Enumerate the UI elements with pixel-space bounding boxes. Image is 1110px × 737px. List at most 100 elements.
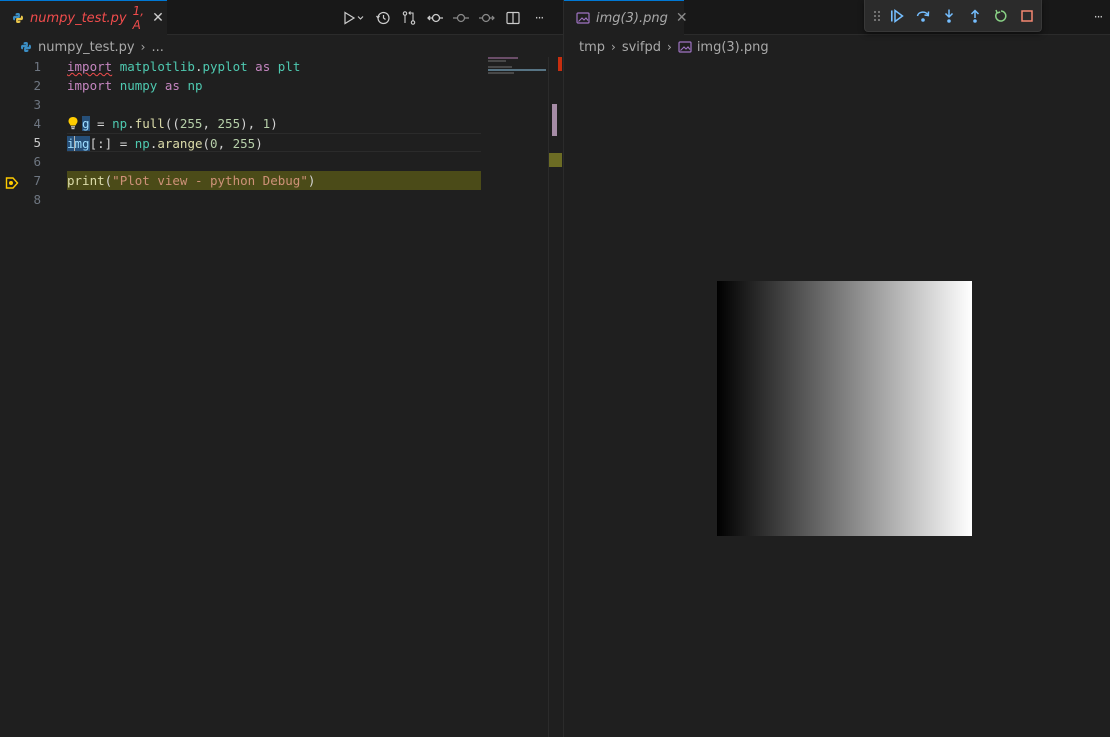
code-line-4: g = np.full((255, 255), 1) — [67, 114, 481, 133]
run-icon[interactable] — [339, 6, 369, 30]
breadcrumb-folder[interactable]: svifpd — [622, 40, 661, 55]
more-actions-icon[interactable]: ··· — [1086, 5, 1110, 29]
code-token: numpy — [119, 78, 158, 93]
image-preview[interactable] — [717, 281, 972, 536]
line-number: 3 — [33, 97, 41, 112]
debug-toolbar — [864, 0, 1042, 32]
tab-filename: numpy_test.py — [30, 10, 127, 26]
breadcrumb: tmp › svifpd › img(3).png — [564, 36, 1110, 58]
code-line-2: import numpy as np — [67, 76, 481, 95]
breadcrumb-file[interactable]: img(3).png — [697, 40, 769, 55]
code-token: 255 — [232, 136, 256, 151]
minimap-line — [488, 72, 514, 74]
minimap[interactable] — [488, 57, 550, 77]
stop-icon[interactable] — [1015, 4, 1039, 28]
code-token: np — [112, 116, 128, 131]
code-editor[interactable]: import matplotlib.pyplot as plt import n… — [67, 57, 481, 209]
breadcrumb: numpy_test.py › ... — [0, 36, 563, 58]
minimap-line — [488, 69, 546, 71]
line-number: 2 — [33, 78, 41, 93]
python-file-icon — [20, 41, 32, 53]
code-token: 255 — [179, 116, 203, 131]
code-line-7-stopped: print("Plot view - python Debug") — [67, 171, 481, 190]
previous-change-icon[interactable] — [449, 6, 473, 30]
chevron-right-icon: › — [667, 40, 672, 54]
more-actions-icon[interactable]: ··· — [527, 6, 551, 30]
gradient-image — [717, 281, 972, 536]
code-token: 255 — [217, 116, 241, 131]
stopped-line-ruler-marker — [549, 153, 562, 167]
code-token: 0 — [210, 136, 218, 151]
code-token: np — [187, 78, 203, 93]
chevron-right-icon: › — [140, 40, 146, 54]
restart-icon[interactable] — [989, 4, 1013, 28]
code-line-1: import matplotlib.pyplot as plt — [67, 57, 481, 76]
code-token: ), — [240, 116, 263, 131]
code-token: arange — [157, 136, 203, 151]
code-token: as — [164, 78, 180, 93]
code-token: mg — [74, 136, 90, 151]
step-into-icon[interactable] — [937, 4, 961, 28]
code-token: (( — [164, 116, 180, 131]
minimap-line — [488, 60, 506, 62]
compare-changes-icon[interactable] — [397, 6, 421, 30]
minimap-line — [488, 57, 518, 59]
tab-image-preview[interactable]: img(3).png ✕ — [564, 0, 688, 35]
line-number: 6 — [33, 154, 41, 169]
right-editor-group: img(3).png ✕ ··· tmp › svifpd › img(3).p… — [563, 0, 1110, 737]
line-number: 8 — [33, 192, 41, 207]
code-token: , — [217, 136, 233, 151]
code-token: ) — [255, 136, 263, 151]
close-icon[interactable]: ✕ — [676, 10, 688, 26]
step-over-icon[interactable] — [911, 4, 935, 28]
python-file-icon — [12, 10, 24, 26]
minimap-line — [488, 66, 512, 68]
breadcrumb-symbols[interactable]: ... — [151, 40, 163, 55]
continue-icon[interactable] — [885, 4, 909, 28]
timeline-icon[interactable] — [371, 6, 395, 30]
code-token: ( — [202, 136, 211, 151]
chevron-right-icon: › — [611, 40, 616, 54]
image-file-icon — [576, 10, 590, 26]
code-token: ) — [270, 116, 278, 131]
line-number-gutter: 1 2 3 4 5 6 7 8 — [0, 57, 60, 209]
go-back-change-icon[interactable] — [423, 6, 447, 30]
line-number-text: 7 — [33, 173, 41, 188]
close-icon[interactable]: ✕ — [152, 10, 164, 26]
code-token: full — [134, 116, 165, 131]
breadcrumb-folder[interactable]: tmp — [579, 40, 605, 55]
code-token: = — [89, 116, 113, 131]
code-token: plt — [277, 59, 301, 74]
code-token: g — [82, 116, 90, 131]
code-token: as — [255, 59, 271, 74]
code-token: [:] = — [89, 136, 135, 151]
left-tab-bar: numpy_test.py 1, A ✕ ··· — [0, 0, 563, 35]
line-number: 4 — [33, 116, 41, 131]
code-token: "Plot view - python Debug" — [112, 173, 308, 188]
breadcrumb-file[interactable]: numpy_test.py — [38, 40, 135, 55]
code-token: , — [202, 116, 218, 131]
error-ruler-marker — [558, 57, 562, 71]
tab-numpy-test[interactable]: numpy_test.py 1, A ✕ — [0, 0, 167, 35]
step-out-icon[interactable] — [963, 4, 987, 28]
next-change-icon[interactable] — [475, 6, 499, 30]
code-token: import — [67, 78, 113, 93]
left-editor-group: numpy_test.py 1, A ✕ ··· numpy_test.py ›… — [0, 0, 563, 737]
editor-actions: ··· — [339, 0, 551, 35]
code-token: np — [134, 136, 150, 151]
code-token: matplotlib — [119, 59, 195, 74]
line-number: 1 — [33, 59, 41, 74]
tab-filename: img(3).png — [596, 10, 668, 26]
image-file-icon — [678, 41, 692, 53]
tab-problems-badge: 1, A — [132, 4, 145, 32]
split-editor-icon[interactable] — [501, 6, 525, 30]
code-line-5: img[:] = np.arange(0, 255) — [67, 133, 481, 152]
drag-handle-icon[interactable] — [871, 4, 883, 28]
code-token: import — [67, 59, 113, 74]
code-token: . — [127, 116, 135, 131]
code-token: print — [67, 173, 105, 188]
scroll-thumb[interactable] — [552, 104, 557, 136]
